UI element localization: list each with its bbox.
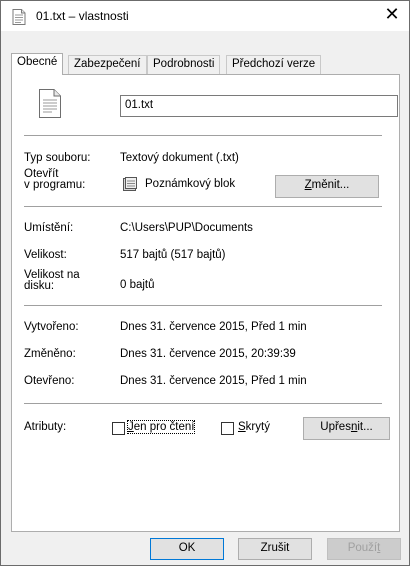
accessed-value: Dnes 31. července 2015, Před 1 min: [120, 375, 307, 387]
properties-dialog: 01.txt – vlastnosti ✕ Obecné Zabezpečení…: [0, 0, 410, 566]
apply-button[interactable]: Použít: [327, 538, 401, 560]
cancel-button[interactable]: Zrušit: [238, 538, 312, 560]
tab-previous-versions[interactable]: Předchozí verze: [226, 55, 322, 74]
change-button[interactable]: Změnit...: [275, 175, 379, 198]
tab-details[interactable]: Podrobnosti: [147, 55, 221, 74]
general-panel: 01.txt Typ souboru: Textový dokument (.t…: [11, 74, 400, 532]
title-bar[interactable]: 01.txt – vlastnosti ✕: [1, 1, 409, 31]
hidden-label[interactable]: Skrytý: [238, 421, 270, 433]
size-on-disk-label: Velikost na disku:: [24, 269, 80, 292]
modified-value: Dnes 31. července 2015, 20:39:39: [120, 348, 296, 360]
divider: [24, 206, 382, 207]
file-name-input[interactable]: 01.txt: [120, 95, 398, 117]
divider: [24, 305, 382, 306]
size-on-disk-value: 0 bajtů: [120, 279, 155, 291]
open-with-value: Poznámkový blok: [145, 178, 236, 190]
size-label: Velikost:: [24, 249, 67, 261]
tab-general[interactable]: Obecné: [11, 53, 64, 75]
readonly-checkbox[interactable]: [112, 422, 125, 435]
divider: [24, 135, 382, 136]
open-with-label: Otevřít v programu:: [24, 168, 86, 191]
location-value: C:\Users\PUP\Documents: [120, 222, 253, 234]
file-type-label: Typ souboru:: [24, 152, 91, 164]
attributes-label: Atributy:: [24, 421, 67, 433]
text-file-icon: [12, 9, 26, 28]
ok-button[interactable]: OK: [150, 538, 224, 560]
created-label: Vytvořeno:: [24, 321, 79, 333]
tab-security[interactable]: Zabezpečení: [68, 55, 147, 74]
window-title: 01.txt – vlastnosti: [36, 9, 129, 23]
created-value: Dnes 31. července 2015, Před 1 min: [120, 321, 307, 333]
notepad-icon: [122, 177, 138, 194]
modified-label: Změněno:: [24, 348, 76, 360]
advanced-button[interactable]: Upřesnit...: [303, 417, 390, 440]
hidden-checkbox[interactable]: [221, 422, 234, 435]
size-value: 517 bajtů (517 bajtů): [120, 249, 226, 261]
text-file-icon: [39, 89, 61, 121]
location-label: Umístění:: [24, 222, 74, 234]
divider: [24, 403, 382, 404]
readonly-label[interactable]: Jen pro čtení: [126, 420, 196, 434]
close-icon[interactable]: ✕: [383, 4, 401, 25]
file-type-value: Textový dokument (.txt): [120, 152, 239, 164]
accessed-label: Otevřeno:: [24, 375, 75, 387]
